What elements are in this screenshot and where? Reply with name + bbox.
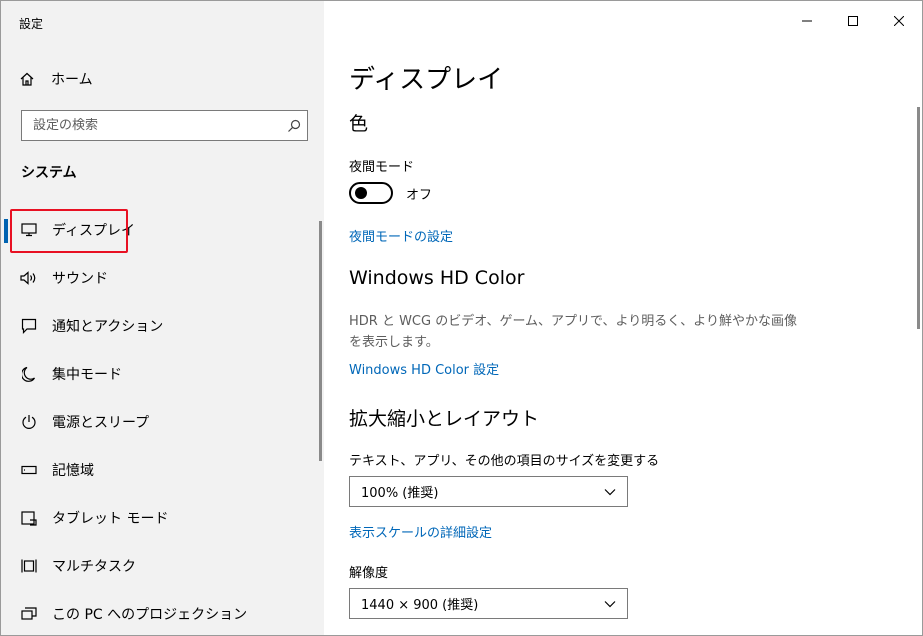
hd-color-description: HDR と WCG のビデオ、ゲーム、アプリで、より明るく、より鮮やかな画像を表… — [349, 314, 798, 350]
power-icon — [20, 413, 38, 431]
night-mode-toggle[interactable] — [349, 182, 393, 204]
section-title: システム — [21, 165, 77, 181]
size-label: テキスト、アプリ、その他の項目のサイズを変更する — [349, 454, 660, 469]
sidebar-item-multitasking[interactable]: マルチタスク — [1, 542, 324, 590]
selection-highlight-box — [10, 209, 128, 253]
sidebar-item-label: 電源とスリープ — [52, 415, 150, 431]
storage-icon — [20, 461, 38, 479]
sidebar-item-projection[interactable]: この PC へのプロジェクション — [1, 590, 324, 635]
minimize-icon — [802, 20, 812, 22]
sidebar-item-label: タブレット モード — [52, 511, 169, 527]
search-input[interactable] — [33, 118, 273, 133]
toggle-knob — [355, 187, 367, 199]
window-title: 設定 — [19, 17, 44, 31]
sidebar-item-sound[interactable]: サウンド — [1, 254, 324, 302]
tablet-icon — [20, 509, 38, 527]
maximize-button[interactable] — [830, 1, 876, 41]
sidebar-item-storage[interactable]: 記憶域 — [1, 446, 324, 494]
search-box[interactable] — [21, 110, 308, 141]
sidebar-scrollbar[interactable] — [319, 221, 322, 461]
sidebar-item-label: 記憶域 — [52, 463, 94, 479]
notification-icon — [20, 317, 38, 335]
home-label: ホーム — [51, 72, 93, 88]
page-title: ディスプレイ — [349, 65, 504, 95]
sidebar-item-label: この PC へのプロジェクション — [52, 607, 248, 623]
minimize-button[interactable] — [784, 1, 830, 41]
scale-dropdown-value: 100% (推奨) — [361, 486, 439, 501]
titlebar-controls — [784, 1, 922, 41]
color-heading: 色 — [349, 113, 369, 135]
night-mode-label: 夜間モード — [349, 160, 415, 175]
sidebar-item-label: マルチタスク — [52, 559, 136, 575]
chevron-down-icon — [604, 600, 616, 607]
search-icon[interactable] — [287, 119, 301, 133]
chevron-down-icon — [604, 488, 616, 495]
close-button[interactable] — [876, 1, 922, 41]
resolution-dropdown[interactable]: 1440 × 900 (推奨) — [349, 588, 628, 619]
multitask-icon — [20, 557, 38, 575]
hd-color-heading: Windows HD Color — [349, 267, 525, 289]
night-mode-settings-link[interactable]: 夜間モードの設定 — [349, 226, 453, 245]
home-nav-item[interactable]: ホーム — [19, 67, 93, 91]
system-nav-list: ディスプレイ サウンド 通知とアクション 集中モード 電源とスリープ 記憶域 タ… — [1, 206, 324, 635]
sidebar-item-notifications[interactable]: 通知とアクション — [1, 302, 324, 350]
resolution-label: 解像度 — [349, 566, 389, 581]
sidebar: 設定 ホーム システム ディスプレイ — [1, 1, 324, 635]
moon-icon — [20, 365, 38, 383]
home-icon — [20, 72, 34, 86]
resolution-dropdown-value: 1440 × 900 (推奨) — [361, 598, 479, 613]
advanced-scaling-link[interactable]: 表示スケールの詳細設定 — [349, 522, 492, 541]
main-content: ディスプレイ 色 夜間モード オフ 夜間モードの設定 Windows HD Co… — [324, 1, 922, 635]
night-mode-state: オフ — [406, 187, 433, 203]
scale-layout-heading: 拡大縮小とレイアウト — [349, 408, 540, 430]
maximize-icon — [848, 16, 858, 26]
sidebar-item-power[interactable]: 電源とスリープ — [1, 398, 324, 446]
sidebar-item-tablet-mode[interactable]: タブレット モード — [1, 494, 324, 542]
sidebar-item-label: 通知とアクション — [52, 319, 164, 335]
projection-icon — [20, 605, 38, 623]
close-icon — [894, 16, 904, 26]
main-scrollbar[interactable] — [917, 107, 920, 329]
night-mode-toggle-row: オフ — [349, 182, 432, 204]
sidebar-item-label: サウンド — [52, 271, 108, 287]
settings-window: 設定 ホーム システム ディスプレイ — [0, 0, 923, 636]
scale-dropdown[interactable]: 100% (推奨) — [349, 476, 628, 507]
sidebar-item-label: 集中モード — [52, 367, 122, 383]
hd-color-settings-link[interactable]: Windows HD Color 設定 — [349, 359, 499, 378]
speaker-icon — [20, 269, 38, 287]
sidebar-item-focus[interactable]: 集中モード — [1, 350, 324, 398]
